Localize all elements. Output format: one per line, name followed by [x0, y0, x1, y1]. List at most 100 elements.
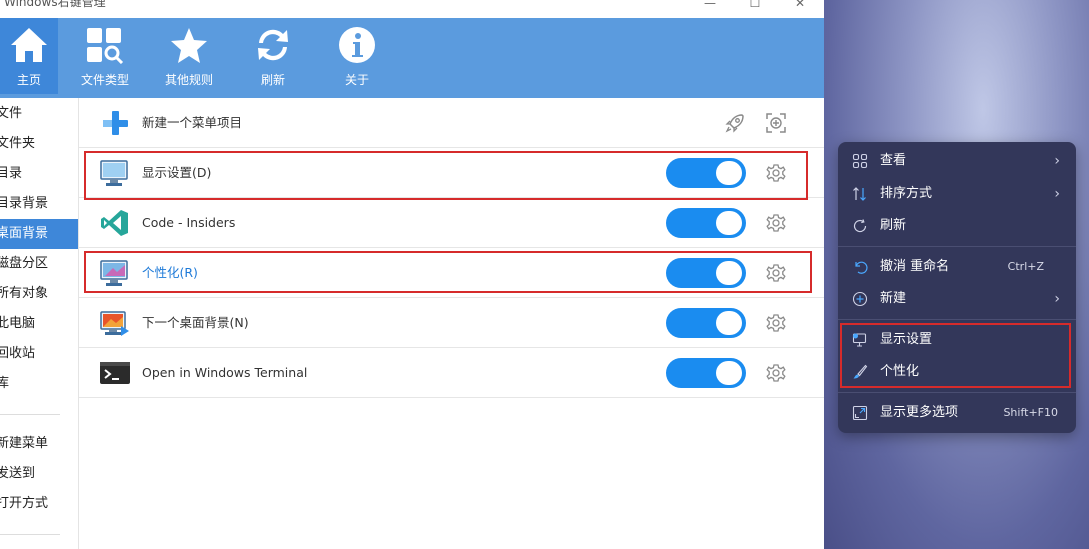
sidebar-item-this-pc[interactable]: 此电脑 [0, 309, 78, 339]
context-label: 撤消 重命名 [880, 259, 950, 274]
add-blue-icon [103, 111, 128, 135]
context-item-new[interactable]: 新建 › [842, 284, 1072, 314]
sidebar-divider [0, 534, 60, 535]
file-types-icon [87, 28, 124, 64]
minimize-button[interactable]: — [700, 0, 720, 12]
context-item-undo-rename[interactable]: 撤消 重命名 Ctrl+Z [842, 252, 1072, 282]
sidebar-divider [0, 414, 60, 415]
context-item-display-settings[interactable]: 显示设置 [842, 325, 1072, 355]
sidebar-item-folder[interactable]: 文件夹 [0, 129, 78, 159]
tool-label: 关于 [344, 73, 369, 87]
context-label: 显示更多选项 [880, 405, 959, 420]
personalize-icon [100, 260, 128, 286]
tool-file-types[interactable]: 文件类型 [76, 18, 134, 94]
tool-refresh[interactable]: 刷新 [244, 18, 302, 94]
refresh-icon [853, 219, 867, 233]
display-settings-icon [852, 333, 867, 347]
more-options-icon [852, 405, 868, 421]
enable-toggle[interactable] [666, 258, 746, 288]
context-label: 新建 [880, 291, 907, 306]
enable-toggle[interactable] [666, 208, 746, 238]
undo-icon [855, 261, 868, 274]
context-menu: 查看 › 排序方式 › 刷新 撤消 重命名 Ctrl+Z 新建 › 显示设置 个… [838, 142, 1076, 433]
rocket-icon[interactable] [724, 112, 746, 134]
new-item-label: 新建一个菜单项目 [142, 115, 243, 130]
toggle-knob [716, 311, 742, 335]
sidebar-item-all-objects[interactable]: 所有对象 [0, 279, 78, 309]
gear-icon[interactable] [765, 212, 787, 234]
tool-label: 文件类型 [80, 73, 129, 87]
row-label: Code - Insiders [142, 215, 236, 230]
shortcut-text: Ctrl+Z [1007, 260, 1044, 273]
tool-about[interactable]: 关于 [328, 18, 386, 94]
tool-label: 其他规则 [164, 73, 213, 87]
new-item-row[interactable]: 新建一个菜单项目 [79, 98, 824, 148]
context-item-personalize[interactable]: 个性化 [842, 357, 1072, 387]
sidebar-item-drive[interactable]: 磁盘分区 [0, 249, 78, 279]
gear-icon[interactable] [765, 262, 787, 284]
close-button[interactable]: ✕ [790, 0, 810, 12]
tool-other-rules[interactable]: 其他规则 [160, 18, 218, 94]
menu-divider [838, 246, 1076, 247]
main-panel: 新建一个菜单项目 显示设置(D) Code - Insiders 个性化(R) … [79, 98, 824, 549]
sidebar-item-directory-background[interactable]: 目录背景 [0, 189, 78, 219]
context-item-refresh[interactable]: 刷新 [842, 211, 1072, 241]
display-settings-icon [100, 160, 128, 186]
info-icon [339, 27, 375, 63]
home-icon [11, 28, 47, 62]
context-label: 排序方式 [880, 186, 933, 201]
maximize-button[interactable]: ☐ [745, 0, 765, 12]
menu-item-row[interactable]: 显示设置(D) [79, 148, 824, 198]
row-label: Open in Windows Terminal [142, 365, 308, 380]
sidebar-item-open-with[interactable]: 打开方式 [0, 489, 78, 519]
context-label: 显示设置 [880, 332, 933, 347]
window-title: Windows右键管理 [4, 0, 106, 9]
gear-icon[interactable] [765, 362, 787, 384]
row-label: 个性化(R) [142, 265, 198, 280]
context-label: 个性化 [880, 364, 920, 379]
toggle-knob [716, 361, 742, 385]
sidebar-item-file[interactable]: 文件 [0, 99, 78, 129]
tool-home[interactable]: 主页 [0, 18, 58, 94]
add-frame-icon[interactable] [765, 112, 787, 134]
gear-icon[interactable] [765, 312, 787, 334]
grid-view-icon [852, 153, 868, 169]
terminal-icon [100, 362, 130, 384]
toggle-knob [716, 261, 742, 285]
menu-item-row[interactable]: 个性化(R) [79, 248, 824, 298]
title-bar: Windows右键管理 — ☐ ✕ [0, 0, 824, 18]
sidebar-item-library[interactable]: 库 [0, 369, 78, 399]
menu-item-row[interactable]: Code - Insiders [79, 198, 824, 248]
sidebar-item-desktop-background[interactable]: 桌面背景 [0, 219, 78, 249]
context-item-sort[interactable]: 排序方式 › [842, 179, 1072, 209]
shortcut-text: Shift+F10 [1003, 406, 1058, 419]
context-label: 刷新 [880, 218, 907, 233]
enable-toggle[interactable] [666, 158, 746, 188]
context-item-view[interactable]: 查看 › [842, 146, 1072, 176]
sidebar-item-send-to[interactable]: 发送到 [0, 459, 78, 489]
tool-label: 主页 [16, 73, 41, 87]
row-label: 下一个桌面背景(N) [142, 315, 249, 330]
toolbar: 主页 文件类型 其他规则 刷新 关于 [0, 18, 824, 98]
menu-divider [838, 319, 1076, 320]
toggle-knob [716, 161, 742, 185]
row-label: 显示设置(D) [142, 165, 212, 180]
context-label: 查看 [880, 153, 907, 168]
enable-toggle[interactable] [666, 308, 746, 338]
refresh-icon [258, 29, 288, 61]
app-window: Windows右键管理 — ☐ ✕ 主页 文件类型 其他规则 刷新 关于 文件 … [0, 0, 824, 549]
sidebar-item-directory[interactable]: 目录 [0, 159, 78, 189]
sidebar-item-recycle-bin[interactable]: 回收站 [0, 339, 78, 369]
gear-icon[interactable] [765, 162, 787, 184]
context-item-more-options[interactable]: 显示更多选项 Shift+F10 [842, 398, 1072, 428]
star-icon [171, 28, 207, 63]
menu-item-row[interactable]: Open in Windows Terminal [79, 348, 824, 398]
menu-divider [838, 392, 1076, 393]
chevron-right-icon: › [1054, 153, 1060, 169]
chevron-right-icon: › [1054, 186, 1060, 202]
vscode-insiders-icon [101, 210, 128, 236]
sidebar-item-new-menu[interactable]: 新建菜单 [0, 429, 78, 459]
enable-toggle[interactable] [666, 358, 746, 388]
brush-icon [853, 364, 868, 379]
menu-item-row[interactable]: 下一个桌面背景(N) [79, 298, 824, 348]
